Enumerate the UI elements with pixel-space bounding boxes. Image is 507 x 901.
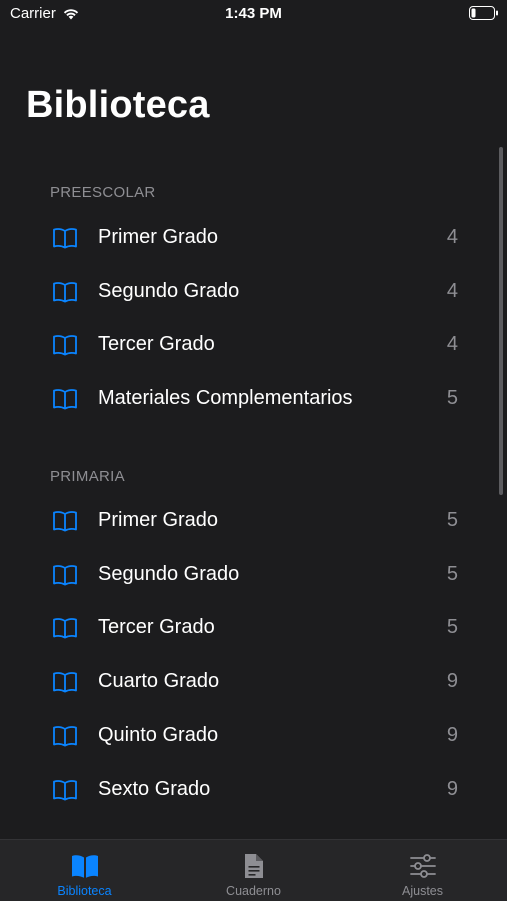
book-icon <box>53 389 77 410</box>
list-item-count: 5 <box>446 563 458 585</box>
list-item-label: Primer Grado <box>98 226 219 248</box>
list-item[interactable]: Tercer Grado 5 <box>0 601 480 655</box>
list-item-label: Tercer Grado <box>98 333 215 355</box>
tab-label: Ajustes <box>402 884 443 898</box>
list-item[interactable]: Primer Grado 5 <box>0 494 480 548</box>
list-item[interactable]: Quinto Grado 9 <box>0 709 480 763</box>
clock: 1:43 PM <box>225 5 282 22</box>
book-icon <box>53 780 77 801</box>
book-icon <box>53 565 77 586</box>
tab-bar: Biblioteca Cuaderno Ajustes <box>0 839 507 901</box>
tab-ajustes[interactable]: Ajustes <box>338 840 507 901</box>
list-item[interactable]: Primer Grado 4 <box>0 211 480 265</box>
sliders-icon <box>409 854 436 878</box>
list-item-label: Sexto Grado <box>98 778 211 800</box>
list-item-count: 5 <box>446 387 458 409</box>
tab-cuaderno[interactable]: Cuaderno <box>169 840 338 901</box>
list-item-count: 4 <box>446 226 458 248</box>
list-item-count: 9 <box>446 778 458 800</box>
status-bar: Carrier 1:43 PM <box>0 0 507 30</box>
list-item-label: Tercer Grado <box>98 616 215 638</box>
list-item-count: 5 <box>446 616 458 638</box>
list-item-label: Cuarto Grado <box>98 670 220 692</box>
document-icon <box>244 854 263 878</box>
list-item-label: Primer Grado <box>98 509 219 531</box>
book-icon <box>53 335 77 356</box>
list-item-count: 9 <box>446 724 458 746</box>
list-item-count: 5 <box>446 509 458 531</box>
battery-icon <box>469 6 498 20</box>
book-icon <box>53 726 77 747</box>
list-item[interactable]: Sexto Grado 9 <box>0 763 480 817</box>
section-header-primaria: PRIMARIA <box>50 468 125 485</box>
book-icon <box>53 511 77 532</box>
list-item[interactable]: Segundo Grado 4 <box>0 265 480 319</box>
list-item-label: Quinto Grado <box>98 724 219 746</box>
list-item-count: 9 <box>446 670 458 692</box>
tab-label: Biblioteca <box>57 884 112 898</box>
book-icon <box>53 282 77 303</box>
list-item-count: 4 <box>446 280 458 302</box>
scroll-indicator[interactable] <box>499 147 503 495</box>
book-icon <box>53 672 77 693</box>
page-title: Biblioteca <box>26 84 210 126</box>
list-item[interactable]: Cuarto Grado 9 <box>0 655 480 709</box>
tab-biblioteca[interactable]: Biblioteca <box>0 840 169 901</box>
tab-label: Cuaderno <box>226 884 281 898</box>
book-icon <box>53 618 77 639</box>
list-item[interactable]: Tercer Grado 4 <box>0 318 480 372</box>
list-item[interactable]: Segundo Grado 5 <box>0 548 480 602</box>
list-item[interactable]: Materiales Complementarios 5 <box>0 372 480 426</box>
book-icon <box>71 855 98 878</box>
list-item-count: 4 <box>446 333 458 355</box>
section-header-preescolar: PREESCOLAR <box>50 184 156 201</box>
book-icon <box>53 228 77 249</box>
list-item-label: Materiales Complementarios <box>98 387 353 409</box>
list-item-label: Segundo Grado <box>98 280 240 302</box>
list-item-label: Segundo Grado <box>98 563 240 585</box>
